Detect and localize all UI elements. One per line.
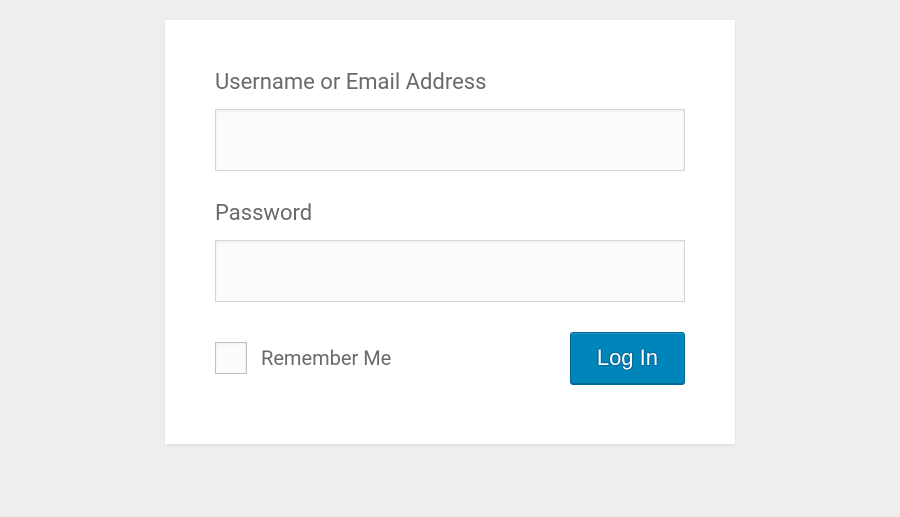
password-label: Password <box>215 201 685 226</box>
login-card: Username or Email Address Password Remem… <box>165 20 735 444</box>
remember-me-wrap: Remember Me <box>215 342 391 374</box>
username-label: Username or Email Address <box>215 70 685 95</box>
login-button[interactable]: Log In <box>570 332 685 384</box>
username-field-group: Username or Email Address <box>215 70 685 171</box>
password-field-group: Password <box>215 201 685 302</box>
form-bottom-row: Remember Me Log In <box>215 332 685 384</box>
username-input[interactable] <box>215 109 685 171</box>
remember-me-checkbox[interactable] <box>215 342 247 374</box>
password-input[interactable] <box>215 240 685 302</box>
remember-me-label: Remember Me <box>261 346 391 370</box>
